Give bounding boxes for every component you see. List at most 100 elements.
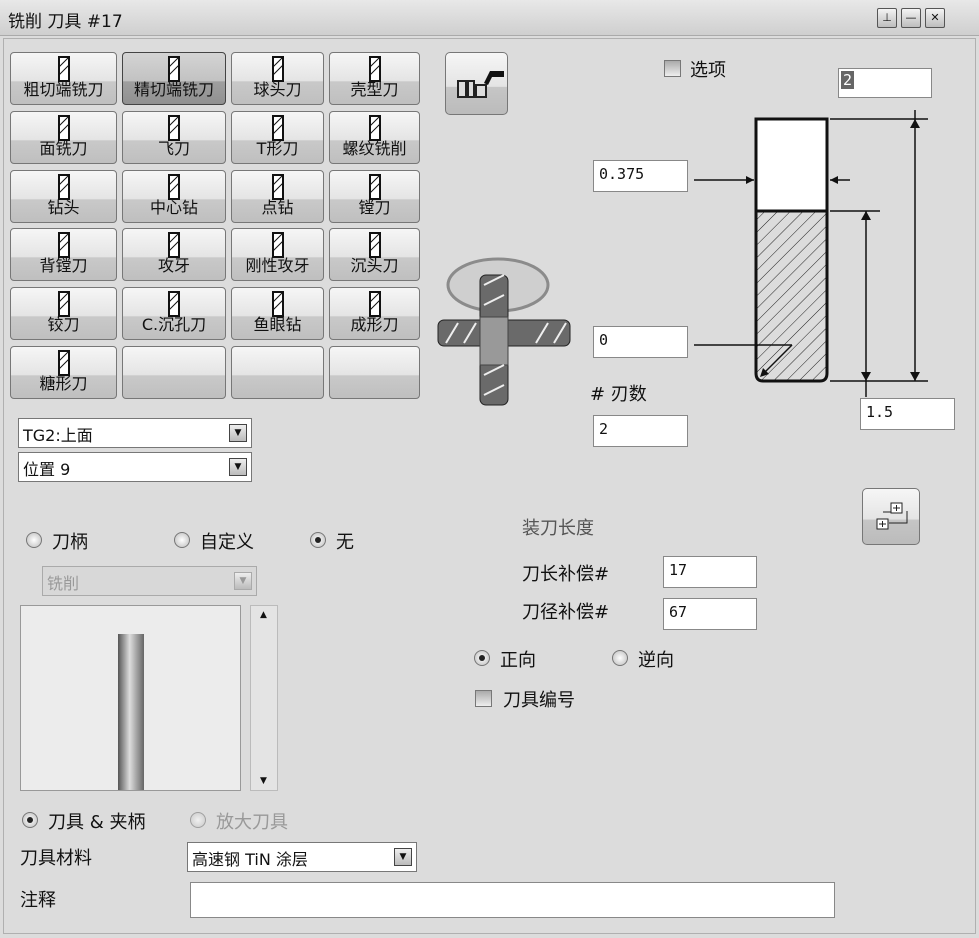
radio-custom-label: 自定义 bbox=[200, 532, 254, 553]
tool-type-button[interactable]: 精切端铣刀 bbox=[122, 52, 226, 105]
tool-type-button[interactable] bbox=[231, 346, 324, 399]
radio-reverse[interactable] bbox=[612, 650, 628, 666]
length-comp-input[interactable]: 17 bbox=[663, 556, 757, 588]
tool-type-label: 鱼眼钻 bbox=[253, 315, 302, 334]
length-comp-label: 刀长补偿# bbox=[522, 564, 610, 585]
radio-tool-holder-label: 刀具 & 夹柄 bbox=[48, 812, 146, 833]
tool-type-button[interactable]: 钻头 bbox=[10, 170, 117, 223]
plane-select[interactable]: TG2:上面 ▼ bbox=[18, 418, 252, 448]
tool-cutting-icon bbox=[457, 71, 504, 98]
chevron-down-icon[interactable]: ▼ bbox=[229, 458, 247, 476]
tool-type-button[interactable]: 背镗刀 bbox=[10, 228, 117, 281]
holder-preview bbox=[20, 605, 241, 791]
material-value: 高速钢 TiN 涂层 bbox=[192, 850, 308, 869]
tool-orientation-icon[interactable] bbox=[436, 255, 581, 410]
material-label: 刀具材料 bbox=[20, 848, 92, 869]
radio-holder-label: 刀柄 bbox=[52, 532, 88, 553]
flutes-label: # 刃数 bbox=[590, 384, 647, 405]
tool-type-label: 面铣刀 bbox=[39, 139, 88, 158]
tool-type-button[interactable]: 成形刀 bbox=[329, 287, 420, 340]
radio-none[interactable] bbox=[310, 532, 326, 548]
chevron-down-icon[interactable]: ▼ bbox=[229, 424, 247, 442]
mount-length-heading: 装刀长度 bbox=[522, 518, 594, 539]
tool-type-label: 刚性攻牙 bbox=[245, 256, 310, 275]
tool-type-button[interactable]: 铰刀 bbox=[10, 287, 117, 340]
tool-library-button[interactable] bbox=[445, 52, 508, 115]
tool-dimension-diagram bbox=[694, 110, 928, 397]
tool-type-label: 球头刀 bbox=[253, 80, 302, 99]
tool-type-button[interactable]: 沉头刀 bbox=[329, 228, 420, 281]
tool-type-button[interactable]: 刚性攻牙 bbox=[231, 228, 324, 281]
holder-type-value: 铣削 bbox=[47, 574, 80, 593]
tool-type-button[interactable]: 攻牙 bbox=[122, 228, 226, 281]
overall-length-value: 2 bbox=[841, 71, 855, 89]
tool-number-checkbox[interactable] bbox=[475, 690, 492, 707]
scroll-down-icon[interactable]: ▼ bbox=[260, 776, 267, 786]
tool-type-label: 铰刀 bbox=[47, 315, 80, 334]
radio-zoom-tool-label: 放大刀具 bbox=[216, 812, 288, 833]
flute-length-input[interactable]: 1.5 bbox=[860, 398, 955, 430]
tool-type-label: 成形刀 bbox=[350, 315, 399, 334]
radio-forward-label: 正向 bbox=[500, 650, 536, 671]
tool-type-button[interactable]: 飞刀 bbox=[122, 111, 226, 164]
radio-custom[interactable] bbox=[174, 532, 190, 548]
radio-zoom-tool[interactable] bbox=[190, 812, 206, 828]
options-label: 选项 bbox=[690, 60, 726, 81]
tool-type-label: C.沉孔刀 bbox=[141, 315, 207, 334]
tool-type-button[interactable]: 螺纹铣削 bbox=[329, 111, 420, 164]
overall-length-input[interactable]: 2 bbox=[838, 68, 932, 98]
tool-type-label: 糖形刀 bbox=[39, 374, 88, 393]
tool-type-label: 点钻 bbox=[261, 198, 294, 217]
corner-radius-input[interactable]: 0 bbox=[593, 326, 688, 358]
radio-reverse-label: 逆向 bbox=[638, 650, 674, 671]
holder-type-select[interactable]: 铣削 ▼ bbox=[42, 566, 257, 596]
radio-forward[interactable] bbox=[474, 650, 490, 666]
tool-type-button[interactable]: C.沉孔刀 bbox=[122, 287, 226, 340]
window-title: 铣削 刀具 #17 bbox=[8, 12, 123, 32]
tool-type-label: 钻头 bbox=[47, 198, 80, 217]
tool-type-label: 粗切端铣刀 bbox=[23, 80, 104, 99]
tool-type-button[interactable]: 壳型刀 bbox=[329, 52, 420, 105]
tool-type-button[interactable] bbox=[122, 346, 226, 399]
tool-type-label: T形刀 bbox=[256, 139, 299, 158]
close-button[interactable]: ✕ bbox=[925, 8, 945, 28]
chevron-down-icon[interactable]: ▼ bbox=[234, 572, 252, 590]
tool-type-button[interactable]: 中心钻 bbox=[122, 170, 226, 223]
position-select[interactable]: 位置 9 ▼ bbox=[18, 452, 252, 482]
tool-type-label: 壳型刀 bbox=[350, 80, 399, 99]
tool-type-button[interactable]: T形刀 bbox=[231, 111, 324, 164]
tool-type-button[interactable]: 镗刀 bbox=[329, 170, 420, 223]
pin-button[interactable]: ⊥ bbox=[877, 8, 897, 28]
tool-type-label: 精切端铣刀 bbox=[133, 80, 214, 99]
add-icon bbox=[876, 502, 908, 530]
tool-type-button[interactable]: 面铣刀 bbox=[10, 111, 117, 164]
add-operation-button[interactable] bbox=[862, 488, 920, 545]
tool-shank-image bbox=[118, 634, 144, 790]
tool-type-label: 中心钻 bbox=[149, 198, 198, 217]
options-checkbox[interactable] bbox=[664, 60, 681, 77]
tool-type-label: 镗刀 bbox=[358, 198, 391, 217]
tool-type-button[interactable]: 粗切端铣刀 bbox=[10, 52, 117, 105]
flutes-input[interactable]: 2 bbox=[593, 415, 688, 447]
tool-type-button[interactable]: 鱼眼钻 bbox=[231, 287, 324, 340]
preview-scrollbar[interactable]: ▲ ▼ bbox=[250, 605, 278, 791]
tool-type-button[interactable]: 球头刀 bbox=[231, 52, 324, 105]
diameter-input[interactable]: 0.375 bbox=[593, 160, 688, 192]
radio-none-label: 无 bbox=[336, 532, 354, 553]
radio-holder[interactable] bbox=[26, 532, 42, 548]
material-select[interactable]: 高速钢 TiN 涂层 ▼ bbox=[187, 842, 417, 872]
scroll-up-icon[interactable]: ▲ bbox=[260, 610, 267, 620]
comment-input[interactable] bbox=[190, 882, 835, 918]
minimize-button[interactable]: — bbox=[901, 8, 921, 28]
chevron-down-icon[interactable]: ▼ bbox=[394, 848, 412, 866]
dia-comp-input[interactable]: 67 bbox=[663, 598, 757, 630]
tool-number-label: 刀具编号 bbox=[503, 690, 575, 711]
plane-select-value: TG2:上面 bbox=[23, 426, 93, 445]
tool-type-label: 沉头刀 bbox=[350, 256, 399, 275]
tool-type-button[interactable]: 糖形刀 bbox=[10, 346, 117, 399]
title-bar: 铣削 刀具 #17 ⊥ — ✕ bbox=[0, 0, 979, 36]
tool-type-label: 背镗刀 bbox=[39, 256, 88, 275]
tool-type-button[interactable]: 点钻 bbox=[231, 170, 324, 223]
tool-type-button[interactable] bbox=[329, 346, 420, 399]
radio-tool-holder[interactable] bbox=[22, 812, 38, 828]
